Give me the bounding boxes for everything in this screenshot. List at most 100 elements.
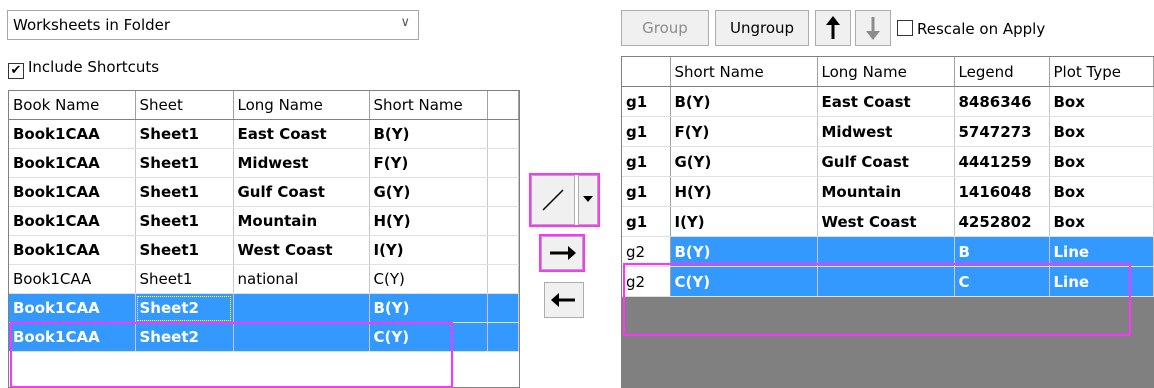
col-header-sheet[interactable]: Sheet xyxy=(135,91,234,120)
cell-long[interactable]: national xyxy=(233,264,370,294)
ungroup-button[interactable]: Ungroup xyxy=(715,10,809,46)
cell-short[interactable]: H(Y) xyxy=(369,206,488,236)
cell-book[interactable]: Book1CAA xyxy=(9,293,136,323)
col-header-short-name[interactable]: Short Name xyxy=(670,57,818,87)
table-row[interactable]: Book1CAA Sheet1 Gulf Coast G(Y) xyxy=(9,177,519,207)
include-shortcuts-checkbox[interactable]: ✔ Include Shortcuts xyxy=(8,58,159,79)
left-selection-highlight xyxy=(10,322,453,388)
table-row[interactable]: g2 B(Y) B Line xyxy=(622,236,1154,267)
cell-short[interactable]: B(Y) xyxy=(670,86,818,117)
cell-long[interactable] xyxy=(233,293,370,323)
cell-plot[interactable]: Box xyxy=(1049,116,1154,147)
cell-filler xyxy=(487,264,519,294)
arrow-down-icon xyxy=(866,17,880,40)
group-button[interactable]: Group xyxy=(621,10,709,46)
table-row[interactable]: g1 G(Y) Gulf Coast 4441259 Box xyxy=(622,146,1154,177)
table-row[interactable]: g1 B(Y) East Coast 8486346 Box xyxy=(622,86,1154,117)
cell-legend[interactable]: 1416048 xyxy=(954,176,1050,207)
cell-group[interactable]: g1 xyxy=(622,146,671,177)
table-row[interactable]: Book1CAA Sheet1 West Coast I(Y) xyxy=(9,235,519,265)
col-header-long-name[interactable]: Long Name xyxy=(817,57,955,87)
cell-long[interactable] xyxy=(817,236,955,267)
cell-sheet[interactable]: Sheet2 xyxy=(135,293,234,323)
rescale-check[interactable] xyxy=(897,20,913,36)
cell-sheet[interactable]: Sheet1 xyxy=(135,177,234,207)
cell-legend[interactable]: 8486346 xyxy=(954,86,1050,117)
cell-legend[interactable]: 5747273 xyxy=(954,116,1050,147)
cell-long[interactable]: Mountain xyxy=(817,176,955,207)
cell-group[interactable]: g1 xyxy=(622,116,671,147)
cell-sheet[interactable]: Sheet1 xyxy=(135,148,234,178)
cell-long[interactable]: East Coast xyxy=(817,86,955,117)
cell-short[interactable]: F(Y) xyxy=(369,148,488,178)
cell-plot[interactable]: Line xyxy=(1049,236,1154,267)
cell-group[interactable]: g1 xyxy=(622,176,671,207)
col-header-legend[interactable]: Legend xyxy=(954,57,1050,87)
table-row[interactable]: Book1CAA Sheet1 East Coast B(Y) xyxy=(9,119,519,149)
cell-short[interactable]: F(Y) xyxy=(670,116,818,147)
cell-sheet[interactable]: Sheet1 xyxy=(135,119,234,149)
plot-type-highlight xyxy=(529,173,600,227)
cell-short[interactable]: G(Y) xyxy=(670,146,818,177)
cell-short[interactable]: H(Y) xyxy=(670,176,818,207)
move-up-button[interactable] xyxy=(815,10,851,46)
cell-short[interactable]: I(Y) xyxy=(369,235,488,265)
cell-long[interactable]: Mountain xyxy=(233,206,370,236)
table-row[interactable]: g1 H(Y) Mountain 1416048 Box xyxy=(622,176,1154,207)
source-dropdown[interactable]: Worksheets in Folder ∨ xyxy=(7,10,419,40)
cell-sheet[interactable]: Sheet1 xyxy=(135,235,234,265)
cell-legend[interactable]: 4441259 xyxy=(954,146,1050,177)
col-header-short-name[interactable]: Short Name xyxy=(369,91,488,120)
cell-book[interactable]: Book1CAA xyxy=(9,206,136,236)
move-down-button[interactable] xyxy=(855,10,891,46)
table-row[interactable]: Book1CAA Sheet1 national C(Y) xyxy=(9,264,519,294)
cell-filler xyxy=(487,206,519,236)
rescale-on-apply-checkbox[interactable]: Rescale on Apply xyxy=(897,20,1045,38)
right-selection-highlight xyxy=(623,263,1131,336)
cell-short[interactable]: B(Y) xyxy=(670,236,818,267)
plot-list-grid[interactable]: Short Name Long Name Legend Plot Type g1… xyxy=(621,56,1154,388)
cell-legend[interactable]: B xyxy=(954,236,1050,267)
cell-plot[interactable]: Box xyxy=(1049,176,1154,207)
col-header-book-name[interactable]: Book Name xyxy=(9,91,136,120)
cell-long[interactable]: East Coast xyxy=(233,119,370,149)
cell-long[interactable]: Midwest xyxy=(817,116,955,147)
cell-plot[interactable]: Box xyxy=(1049,86,1154,117)
chevron-down-icon[interactable]: ∨ xyxy=(400,15,410,30)
table-row[interactable]: Book1CAA Sheet1 Mountain H(Y) xyxy=(9,206,519,236)
cell-long[interactable]: Midwest xyxy=(233,148,370,178)
cell-filler xyxy=(487,235,519,265)
cell-short[interactable]: B(Y) xyxy=(369,119,488,149)
cell-long[interactable]: Gulf Coast xyxy=(817,146,955,177)
cell-sheet[interactable]: Sheet1 xyxy=(135,206,234,236)
cell-group[interactable]: g1 xyxy=(622,206,671,237)
cell-short[interactable]: I(Y) xyxy=(670,206,818,237)
cell-plot[interactable]: Box xyxy=(1049,206,1154,237)
cell-book[interactable]: Book1CAA xyxy=(9,119,136,149)
cell-short[interactable]: G(Y) xyxy=(369,177,488,207)
cell-book[interactable]: Book1CAA xyxy=(9,264,136,294)
cell-short[interactable]: C(Y) xyxy=(369,264,488,294)
col-header-long-name[interactable]: Long Name xyxy=(233,91,370,120)
cell-legend[interactable]: 4252802 xyxy=(954,206,1050,237)
table-row[interactable]: Book1CAA Sheet1 Midwest F(Y) xyxy=(9,148,519,178)
table-row[interactable]: Book1CAA Sheet2 B(Y) xyxy=(9,293,519,323)
cell-book[interactable]: Book1CAA xyxy=(9,177,136,207)
table-row[interactable]: g1 F(Y) Midwest 5747273 Box xyxy=(622,116,1154,147)
col-header-plot-type[interactable]: Plot Type xyxy=(1049,57,1154,87)
remove-from-plot-button[interactable] xyxy=(544,282,584,318)
cell-long[interactable]: Gulf Coast xyxy=(233,177,370,207)
cell-long[interactable]: West Coast xyxy=(817,206,955,237)
include-shortcuts-check[interactable]: ✔ xyxy=(8,63,24,79)
table-row[interactable]: g1 I(Y) West Coast 4252802 Box xyxy=(622,206,1154,237)
cell-group[interactable]: g2 xyxy=(622,236,671,267)
cell-book[interactable]: Book1CAA xyxy=(9,235,136,265)
cell-book[interactable]: Book1CAA xyxy=(9,148,136,178)
cell-short[interactable]: B(Y) xyxy=(369,293,488,323)
cell-group[interactable]: g1 xyxy=(622,86,671,117)
cell-plot[interactable]: Box xyxy=(1049,146,1154,177)
cell-long[interactable]: West Coast xyxy=(233,235,370,265)
cell-sheet[interactable]: Sheet1 xyxy=(135,264,234,294)
cell-filler xyxy=(487,293,519,323)
add-button-highlight xyxy=(539,234,585,272)
